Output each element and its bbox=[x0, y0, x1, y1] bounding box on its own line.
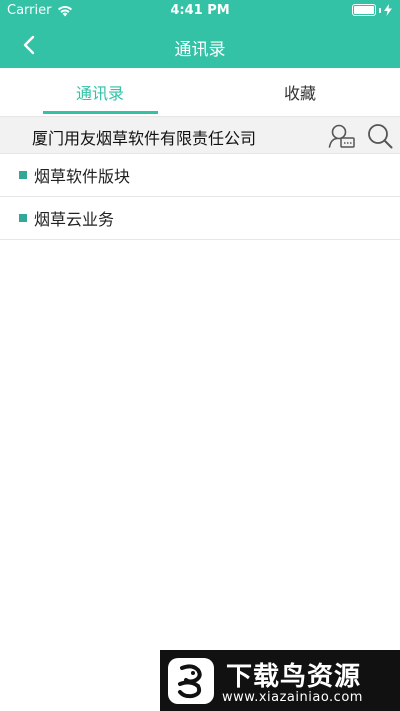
company-name[interactable]: 厦门用友烟草软件有限责任公司 bbox=[32, 125, 256, 149]
page-title: 通讯录 bbox=[174, 40, 226, 60]
contact-card-icon bbox=[328, 124, 355, 148]
clock: 4:41 PM bbox=[170, 3, 230, 18]
tab-label: 通讯录 bbox=[75, 84, 124, 103]
battery-icon bbox=[352, 4, 376, 16]
department-list: 烟草软件版块 烟草云业务 bbox=[0, 154, 400, 240]
list-item[interactable]: 烟草云业务 bbox=[0, 197, 400, 240]
watermark-url: www.xiazainiao.com bbox=[222, 690, 363, 705]
battery-group bbox=[352, 4, 392, 16]
tab-contacts[interactable]: 通讯录 bbox=[0, 68, 200, 116]
watermark-title: 下载鸟资源 bbox=[226, 662, 362, 692]
header: Carrier 4:41 PM 通讯录 bbox=[0, 0, 400, 68]
list-item[interactable]: 烟草软件版块 bbox=[0, 154, 400, 197]
bird-logo-icon bbox=[168, 658, 214, 704]
battery-tip bbox=[379, 7, 381, 13]
bolt-icon bbox=[384, 4, 392, 16]
watermark: 下载鸟资源 www.xiazainiao.com bbox=[160, 650, 400, 711]
tab-label: 收藏 bbox=[283, 84, 316, 103]
status-bar: Carrier 4:41 PM bbox=[0, 0, 400, 22]
bullet-icon bbox=[19, 171, 27, 179]
active-tab-indicator bbox=[43, 111, 158, 114]
list-item-label: 烟草云业务 bbox=[34, 210, 115, 229]
bullet-icon bbox=[19, 214, 27, 222]
search-icon bbox=[368, 124, 393, 149]
company-bar: 厦门用友烟草软件有限责任公司 bbox=[0, 116, 400, 154]
tab-favorites[interactable]: 收藏 bbox=[200, 68, 400, 116]
tab-bar: 通讯录 收藏 bbox=[0, 68, 400, 116]
navigation-bar: 通讯录 bbox=[0, 22, 400, 68]
contact-card-button[interactable] bbox=[328, 123, 356, 149]
list-item-label: 烟草软件版块 bbox=[34, 167, 131, 186]
search-button[interactable] bbox=[366, 122, 394, 150]
